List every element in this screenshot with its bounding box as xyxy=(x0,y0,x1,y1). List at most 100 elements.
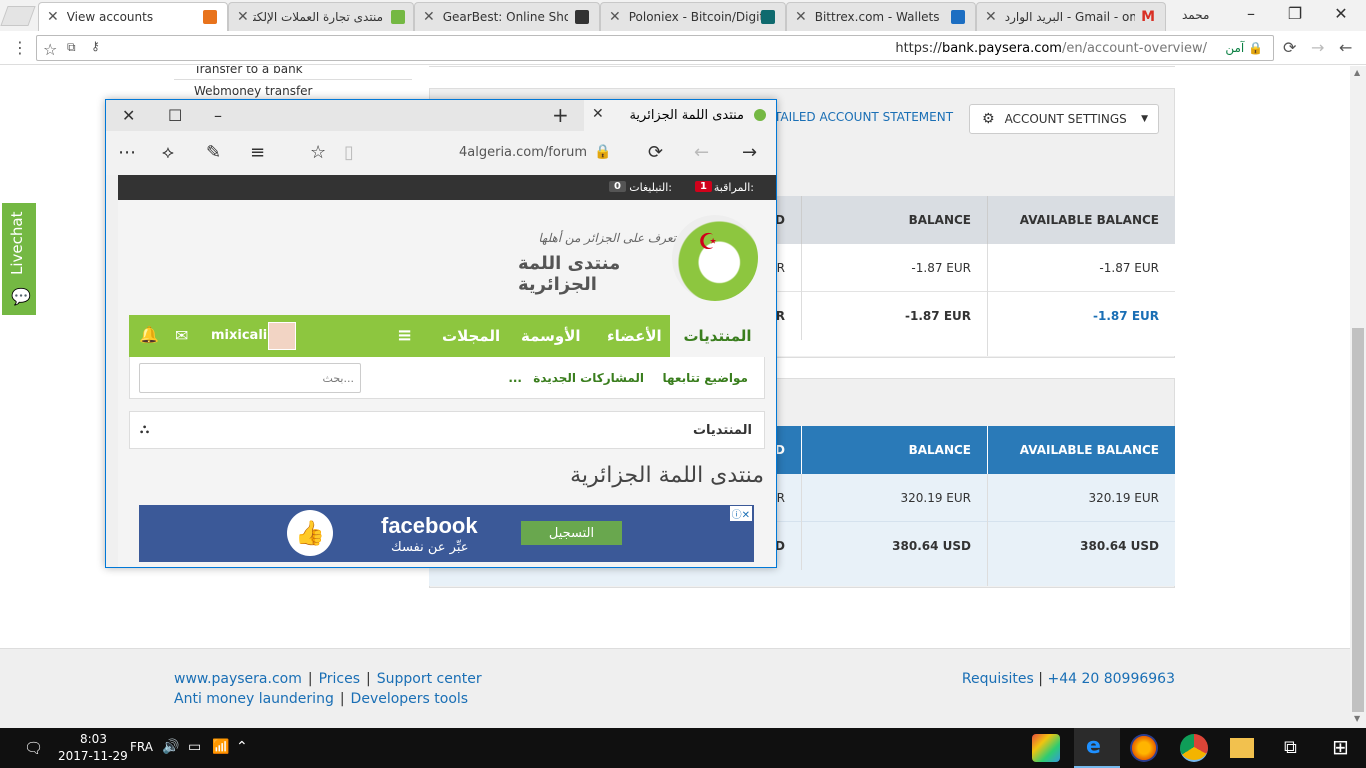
footer-link-support[interactable]: Support center xyxy=(377,671,482,687)
more-dots-icon[interactable]: ⋯ xyxy=(118,142,136,163)
table2-total-balance: 380.64 USD xyxy=(802,522,988,586)
profile-name[interactable]: محمد xyxy=(1182,8,1209,22)
edge-forward-icon[interactable]: ← xyxy=(694,142,709,163)
ad-signup-button[interactable]: التسجيل xyxy=(521,521,622,545)
task-view-icon[interactable]: ⧉ xyxy=(1284,737,1297,758)
forum-nav-magazines[interactable]: المجلات xyxy=(442,327,500,345)
close-tab-icon[interactable]: ✕ xyxy=(237,9,249,25)
sub-link-watched[interactable]: مواضيع تتابعها xyxy=(662,371,748,385)
scroll-up-icon[interactable]: ▲ xyxy=(1354,68,1360,77)
clock-date[interactable]: 2017-11-29 xyxy=(58,749,128,763)
sub-link-new-posts[interactable]: المشاركات الجديدة xyxy=(533,371,644,385)
tab-gearbest[interactable]: ✕ GearBest: Online Shopping xyxy=(414,2,600,31)
input-language[interactable]: FRA xyxy=(130,740,153,754)
forum-nav-badges[interactable]: الأوسمة xyxy=(521,327,581,345)
bell-icon[interactable]: 🔔 xyxy=(139,325,159,344)
page-scrollbar[interactable]: ▲ ▼ xyxy=(1350,66,1366,728)
forum-nav-bar: المنتديات الأعضاء الأوسمة المجلات ≡ mixi… xyxy=(129,315,765,357)
edge-minimize-icon[interactable]: – xyxy=(214,106,222,125)
windows-start-icon[interactable]: ⊞ xyxy=(1332,735,1349,759)
close-tab-icon[interactable]: ✕ xyxy=(423,9,435,25)
new-tab-button[interactable] xyxy=(0,6,36,26)
close-window-icon[interactable]: ✕ xyxy=(1318,4,1364,23)
alerts-label[interactable]: التبليغات: xyxy=(629,181,672,194)
forum-nav-members[interactable]: الأعضاء xyxy=(607,327,662,345)
tab-forum-crypto[interactable]: منتدى تجارة العملات الإلكترونية ✕ xyxy=(228,2,414,31)
edge-url-text[interactable]: 4algeria.com/forum xyxy=(459,145,587,160)
watch-label[interactable]: المراقبة: xyxy=(714,181,754,194)
livechat-label: Livechat xyxy=(8,211,26,275)
chrome-app-icon[interactable] xyxy=(1180,734,1208,762)
envelope-icon[interactable]: ✉ xyxy=(175,326,188,345)
edge-tab-forum[interactable]: منتدى اللمة الجزائرية ✕ xyxy=(584,100,776,131)
hub-icon[interactable]: ≡ xyxy=(250,142,265,163)
logo-slogan: تعرف على الجزائر من أهلها xyxy=(538,231,676,245)
livechat-button[interactable]: Livechat 💬 xyxy=(0,201,38,317)
avatar[interactable] xyxy=(268,322,296,350)
table2-total-available: 380.64 USD xyxy=(1080,539,1159,553)
tab-bittrex[interactable]: ✕ Bittrex.com - Wallets xyxy=(786,2,976,31)
wifi-icon[interactable]: 📶 xyxy=(212,739,229,755)
reload-icon[interactable]: ⟳ xyxy=(1283,38,1296,57)
close-tab-icon[interactable]: ✕ xyxy=(47,9,59,25)
sidebar-link-transfer-bank[interactable]: Transfer to a bank xyxy=(194,66,303,76)
minimize-icon[interactable]: – xyxy=(1228,4,1274,23)
maximize-icon[interactable]: ❐ xyxy=(1272,4,1318,23)
firefox-app-icon[interactable] xyxy=(1130,734,1158,762)
reading-view-icon[interactable]: ▯ xyxy=(344,142,354,163)
paint-app-icon[interactable] xyxy=(1032,734,1060,762)
edge-scrollbar[interactable] xyxy=(106,175,118,567)
facebook-ad[interactable]: 👍 facebook عبِّر عن نفسك التسجيل ⓘ✕ xyxy=(139,505,754,562)
volume-icon[interactable]: 🔊 xyxy=(162,739,179,755)
favorite-star-icon[interactable]: ☆ xyxy=(310,142,326,163)
close-tab-icon[interactable]: ✕ xyxy=(795,9,807,25)
extension-icon[interactable]: ⧉ xyxy=(67,40,76,55)
key-icon[interactable]: ⚷ xyxy=(91,39,100,53)
web-note-icon[interactable]: ✎ xyxy=(206,142,221,163)
footer-link-aml[interactable]: Anti money laundering xyxy=(174,691,334,707)
footer-link-prices[interactable]: Prices xyxy=(319,671,360,687)
forum-search-input[interactable]: بحث... xyxy=(139,363,361,393)
close-tab-icon[interactable]: ✕ xyxy=(985,9,997,25)
footer-link-paysera[interactable]: www.paysera.com xyxy=(174,671,302,687)
battery-icon[interactable]: ▭ xyxy=(188,739,201,755)
hamburger-menu-icon[interactable]: ≡ xyxy=(397,325,412,346)
forum-nav-forums[interactable]: المنتديات xyxy=(670,315,765,357)
file-explorer-icon[interactable] xyxy=(1230,738,1254,758)
sitemap-icon[interactable]: ⛬ xyxy=(140,422,752,437)
breadcrumb: المنتديات ⛬ xyxy=(129,411,765,449)
scroll-down-icon[interactable]: ▼ xyxy=(1354,714,1360,723)
action-center-icon[interactable]: 🗨 xyxy=(24,739,43,757)
edge-new-tab-icon[interactable]: + xyxy=(552,103,569,127)
bookmark-star-icon[interactable]: ☆ xyxy=(43,40,57,59)
sidebar-link-webmoney[interactable]: Webmoney transfer xyxy=(194,84,313,98)
url-scheme: https:// xyxy=(895,41,942,56)
sub-link-more[interactable]: ... xyxy=(508,371,522,385)
edge-close-tab-icon[interactable]: ✕ xyxy=(592,106,604,122)
ad-choices-icon[interactable]: ⓘ✕ xyxy=(729,506,752,521)
edge-close-icon[interactable]: ✕ xyxy=(122,106,135,125)
edge-back-icon[interactable]: → xyxy=(742,142,757,163)
close-tab-icon[interactable]: ✕ xyxy=(609,9,621,25)
forward-arrow-icon[interactable]: → xyxy=(1311,38,1324,57)
footer-link-developers[interactable]: Developers tools xyxy=(351,691,469,707)
detailed-statement-link[interactable]: TAILED ACCOUNT STATEMENT xyxy=(774,110,953,124)
clock-time[interactable]: 8:03 xyxy=(80,732,107,746)
share-icon[interactable]: ⟡ xyxy=(162,142,174,163)
edge-maximize-icon[interactable]: ☐ xyxy=(168,106,182,125)
back-arrow-icon[interactable]: ← xyxy=(1339,38,1352,57)
edge-refresh-icon[interactable]: ⟳ xyxy=(648,142,663,163)
tab-gmail[interactable]: ✕ البريد الوارد - Gmail - om M xyxy=(976,2,1166,31)
secure-indicator[interactable]: آمن 🔒 xyxy=(1225,41,1263,55)
account-settings-button[interactable]: ⚙ ACCOUNT SETTINGS ▼ xyxy=(969,104,1159,134)
username-link[interactable]: mixicali xyxy=(211,328,267,343)
menu-dots-icon[interactable]: ⋮ xyxy=(12,38,28,57)
forum-logo[interactable]: ☪ تعرف على الجزائر من أهلها منتدى اللمة … xyxy=(518,215,758,305)
tab-view-accounts[interactable]: ✕ View accounts xyxy=(38,2,228,31)
footer-link-requisites[interactable]: Requisites xyxy=(962,671,1034,687)
address-bar[interactable]: ☆ ⧉ ⚷ https://bank.paysera.com/en/accoun… xyxy=(36,35,1274,61)
scroll-thumb[interactable] xyxy=(1352,328,1364,712)
tab-poloniex[interactable]: ✕ Poloniex - Bitcoin/Digital xyxy=(600,2,786,31)
edge-taskbar-button[interactable]: e xyxy=(1074,728,1120,768)
show-hidden-icons[interactable]: ⌃ xyxy=(236,739,248,755)
